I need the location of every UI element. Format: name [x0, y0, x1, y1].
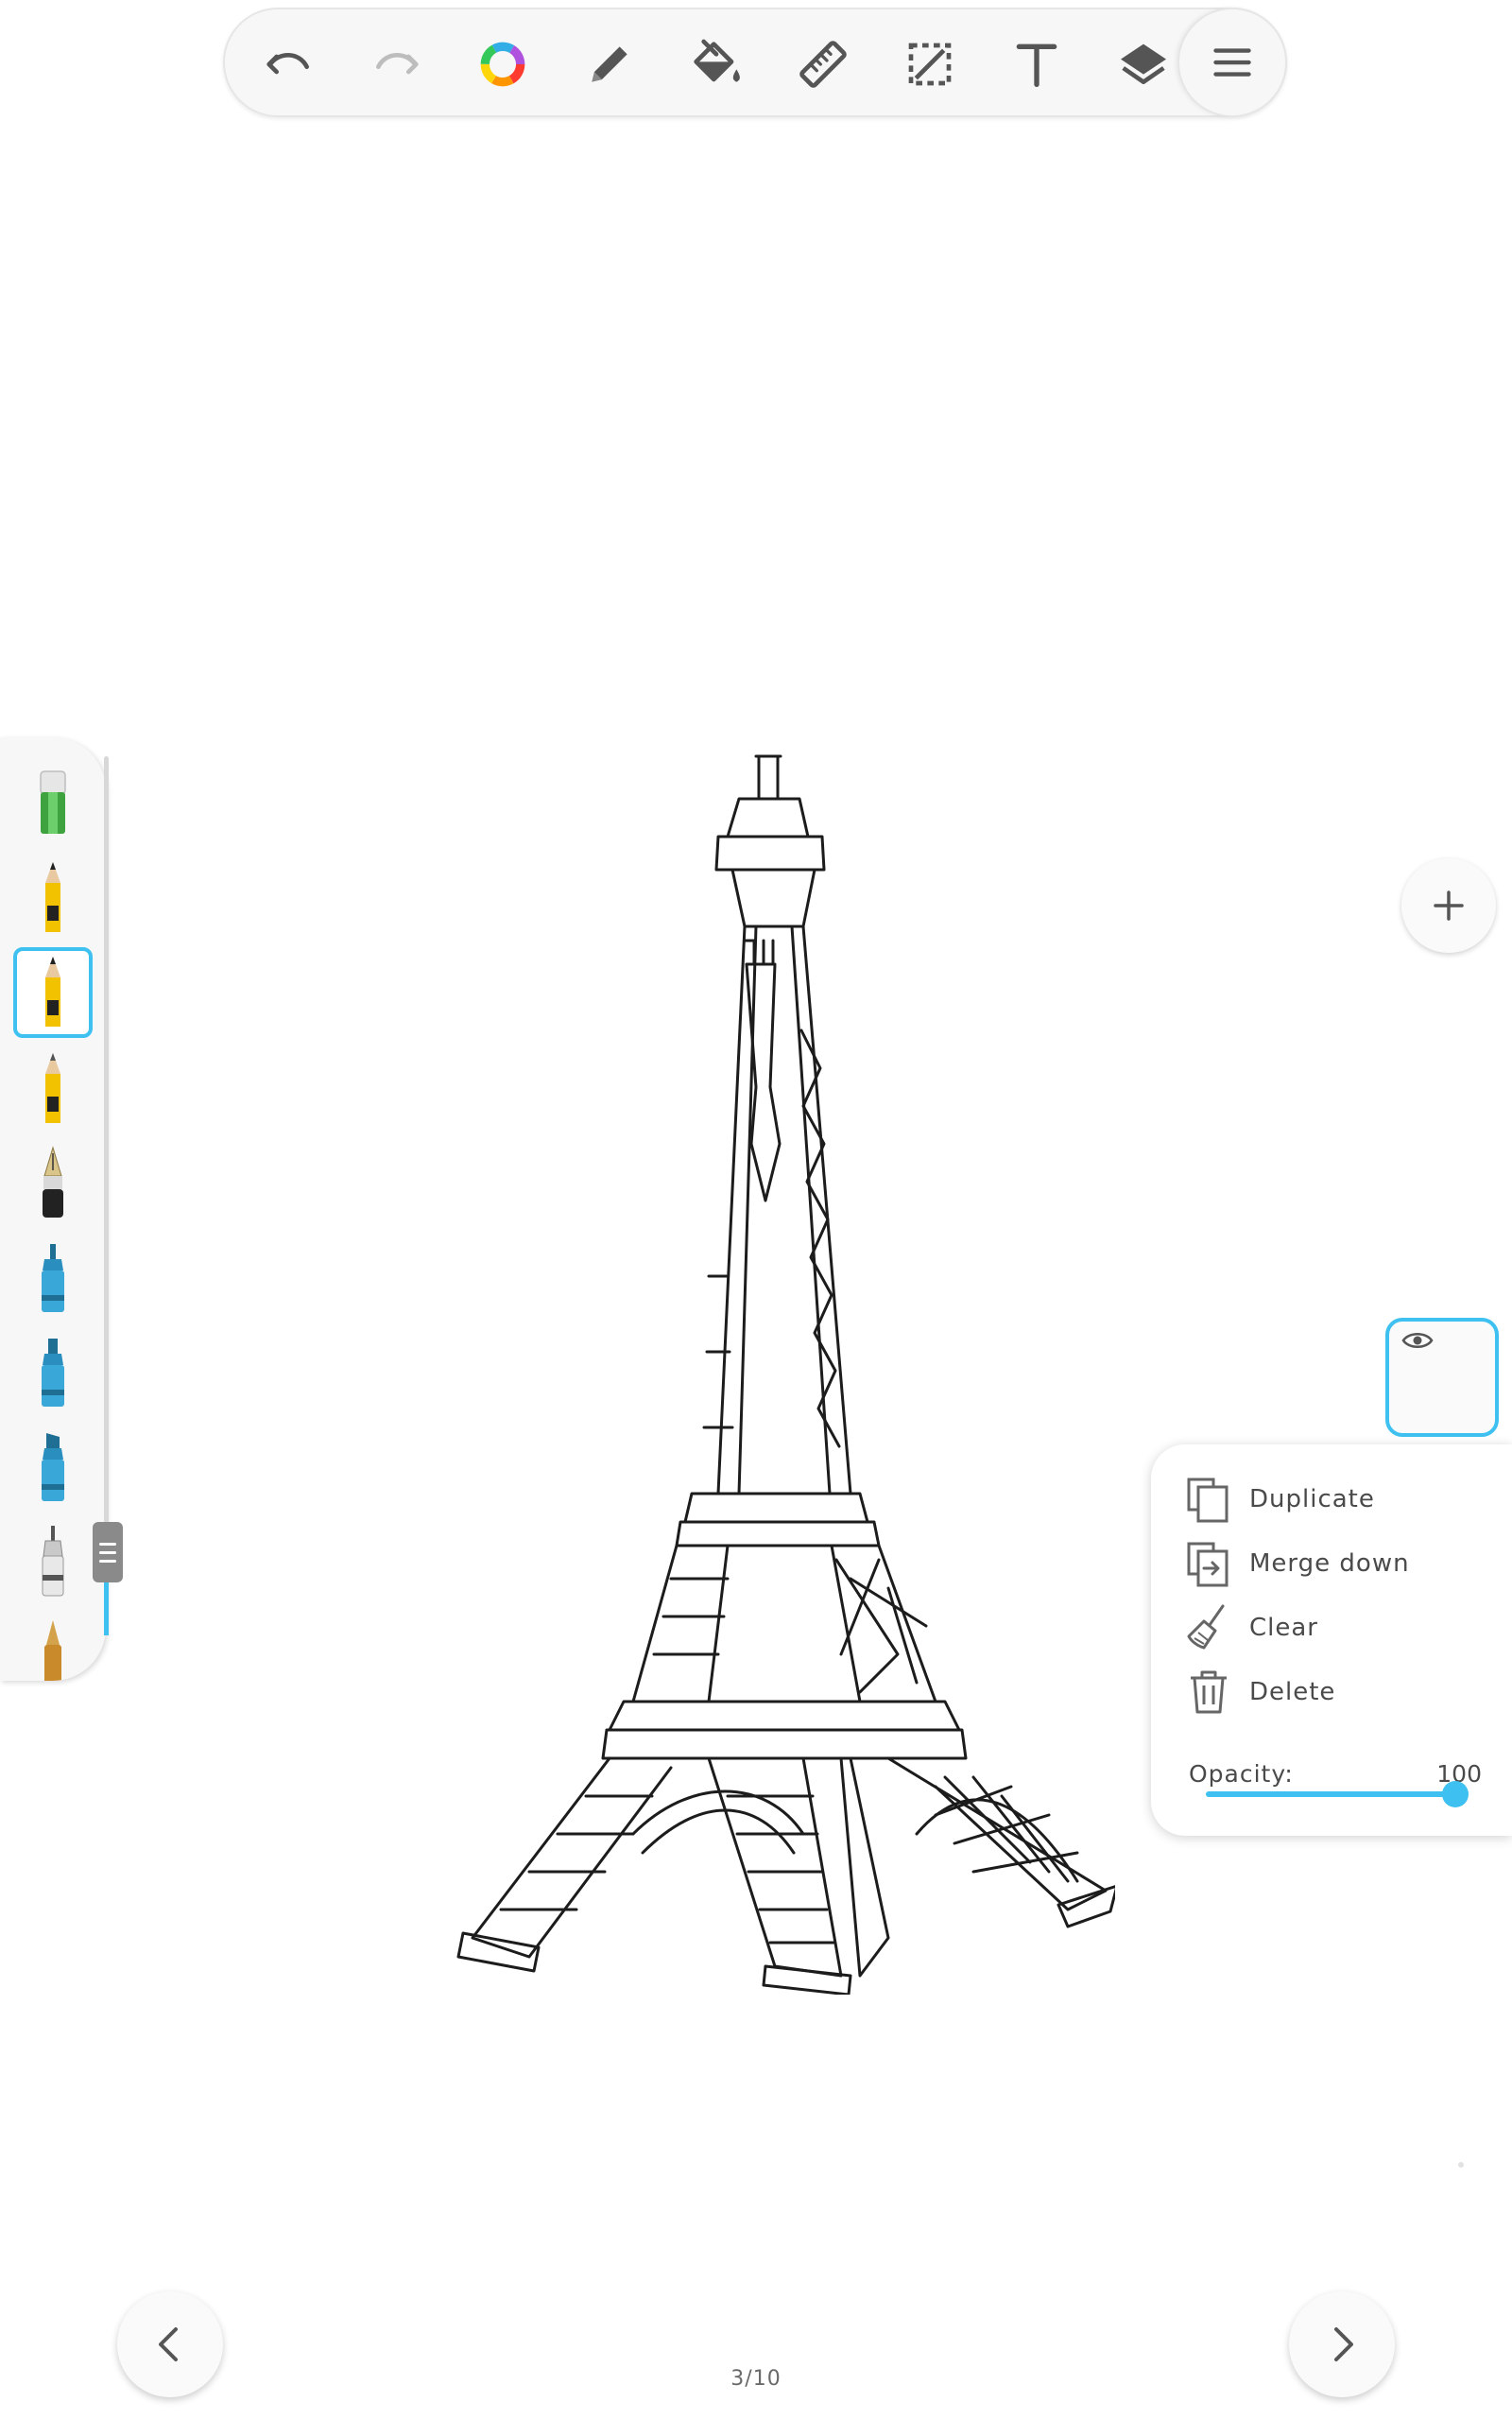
- brush-pencil-hb[interactable]: [13, 947, 93, 1038]
- selection-tool-button[interactable]: [894, 28, 966, 100]
- delete-label: Delete: [1249, 1678, 1336, 1706]
- chevron-left-icon: [159, 2327, 178, 2361]
- brush-marker-fine[interactable]: [13, 1233, 93, 1323]
- menu-button[interactable]: [1177, 8, 1287, 117]
- eye-icon[interactable]: [1400, 1329, 1435, 1352]
- color-wheel-icon: [480, 42, 525, 87]
- paint-bucket-icon: [694, 39, 740, 82]
- duplicate-layer-item[interactable]: Duplicate: [1183, 1471, 1495, 1528]
- layers-icon: [1121, 43, 1166, 84]
- brush-scroll-handle[interactable]: [93, 1522, 123, 1582]
- layer-thumbnail[interactable]: [1385, 1318, 1499, 1437]
- text-icon: [1016, 43, 1057, 87]
- undo-button[interactable]: [253, 28, 325, 100]
- drawing-canvas[interactable]: [0, 123, 1512, 2297]
- main-toolbar: [223, 8, 1287, 117]
- redo-button[interactable]: [360, 28, 432, 100]
- brush-pencil-6b[interactable]: [13, 853, 93, 943]
- brush-marker-medium[interactable]: [13, 1327, 93, 1418]
- pencil-icon: [45, 862, 60, 932]
- duplicate-label: Duplicate: [1249, 1485, 1375, 1513]
- redo-icon: [376, 53, 419, 75]
- eraser-icon: [40, 770, 66, 834]
- trash-icon: [1191, 1670, 1227, 1714]
- clear-layer-item[interactable]: Clear: [1183, 1599, 1495, 1656]
- duplicate-icon: [1187, 1478, 1228, 1523]
- plus-icon: [1434, 890, 1464, 921]
- brush-panel: [0, 737, 106, 1681]
- ruler-icon: [799, 41, 847, 88]
- pencil-icon: [592, 46, 627, 82]
- merge-down-icon: [1187, 1542, 1228, 1587]
- eiffel-tower-drawing: [456, 754, 1115, 1995]
- undo-icon: [266, 53, 309, 75]
- brush-technical-pen[interactable]: [13, 1516, 93, 1607]
- next-page-button[interactable]: [1289, 2291, 1395, 2397]
- brush-scroll-track: [104, 756, 109, 1635]
- text-tool-button[interactable]: [1001, 28, 1073, 100]
- add-layer-button[interactable]: [1401, 858, 1496, 953]
- opacity-slider-track[interactable]: [1206, 1791, 1455, 1797]
- fill-tool-button[interactable]: [680, 28, 752, 100]
- pencil-icon: [45, 1053, 60, 1123]
- brush-pencil-2h[interactable]: [13, 1044, 93, 1134]
- marker-icon: [42, 1244, 64, 1312]
- color-picker-button[interactable]: [467, 28, 539, 100]
- page-indicator: 3/10: [730, 2367, 782, 2391]
- marker-icon: [42, 1339, 64, 1407]
- marker-icon: [42, 1433, 64, 1501]
- fountain-pen-icon: [43, 1146, 63, 1218]
- technical-pen-icon: [42, 1526, 64, 1597]
- brush-fountain-pen[interactable]: [13, 1138, 93, 1229]
- previous-page-button[interactable]: [117, 2291, 223, 2397]
- pencil-icon: [45, 957, 60, 1027]
- brush-pen-icon: [44, 1620, 61, 1681]
- clear-label: Clear: [1249, 1614, 1318, 1642]
- brush-tool-button[interactable]: [574, 28, 645, 100]
- brush-eraser[interactable]: [13, 758, 93, 849]
- ruler-tool-button[interactable]: [787, 28, 859, 100]
- brush-pen[interactable]: [13, 1611, 93, 1681]
- brush-marker-chisel[interactable]: [13, 1422, 93, 1512]
- broom-icon: [1187, 1604, 1225, 1650]
- layers-button[interactable]: [1108, 28, 1179, 100]
- selection-icon: [908, 43, 952, 86]
- layer-options-menu: Duplicate Merge down Clear Delete Opacit…: [1151, 1444, 1512, 1836]
- delete-layer-item[interactable]: Delete: [1183, 1664, 1495, 1720]
- menu-icon: [1213, 48, 1251, 77]
- scroll-indicator-dot: [1458, 2162, 1464, 2168]
- merge-down-label: Merge down: [1249, 1549, 1410, 1578]
- merge-down-item[interactable]: Merge down: [1183, 1535, 1495, 1592]
- opacity-label: Opacity:: [1189, 1760, 1294, 1788]
- chevron-right-icon: [1334, 2327, 1353, 2361]
- opacity-slider-knob[interactable]: [1442, 1781, 1469, 1807]
